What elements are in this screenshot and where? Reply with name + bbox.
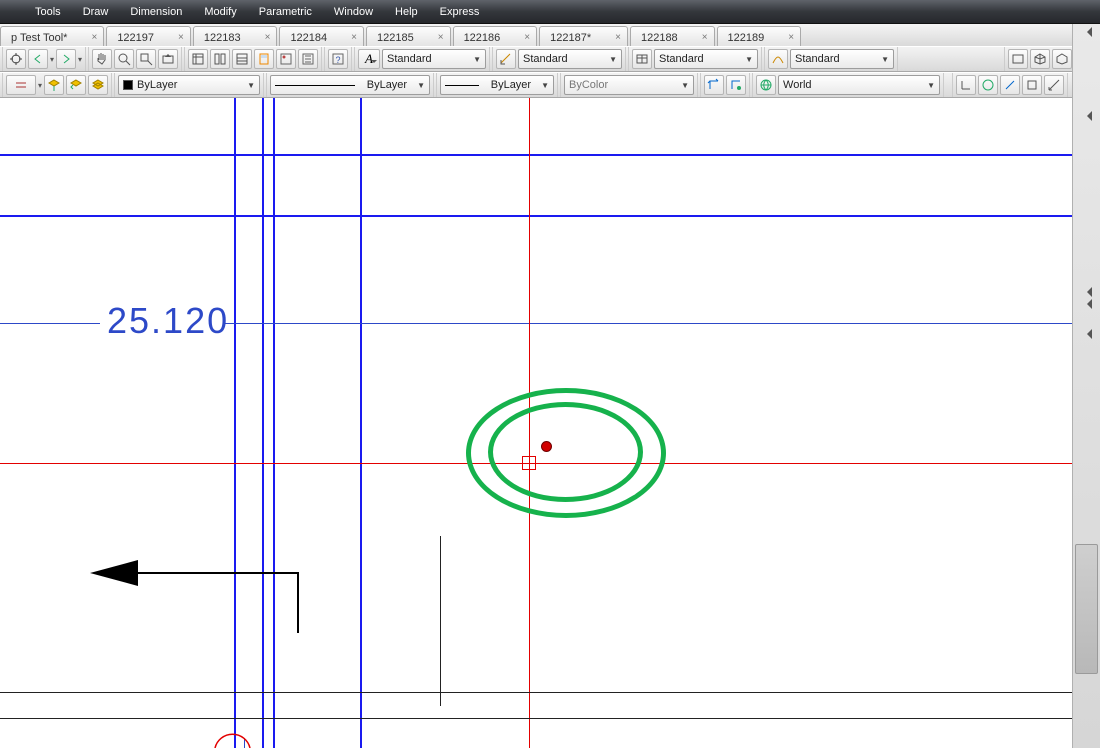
collapse-icon[interactable] (1082, 111, 1092, 121)
plot-color-dropdown[interactable]: ByColor▼ (564, 75, 694, 95)
help-icon[interactable]: ? (328, 49, 348, 69)
close-icon[interactable]: × (351, 32, 357, 43)
doc-tab[interactable]: 122183× (193, 26, 278, 46)
lineweight-dropdown[interactable]: ByLayer▼ (440, 75, 554, 95)
redo-button[interactable] (56, 49, 76, 69)
properties-icon[interactable] (188, 49, 208, 69)
zoom-previous-icon[interactable] (158, 49, 178, 69)
drawing-line (0, 692, 1072, 693)
view-icon[interactable] (1008, 49, 1028, 69)
zoom-window-icon[interactable] (136, 49, 156, 69)
close-icon[interactable]: × (615, 32, 621, 43)
mlstyle-icon[interactable] (768, 49, 788, 69)
collapse-icon[interactable] (1082, 329, 1092, 339)
ucs-world-icon[interactable] (978, 75, 998, 95)
collapse-icon[interactable] (1082, 299, 1092, 309)
world-icon[interactable] (756, 75, 776, 95)
quickcalc-icon[interactable] (298, 49, 318, 69)
ucs-view-icon[interactable] (1022, 75, 1042, 95)
close-icon[interactable]: × (91, 32, 97, 43)
drawing-line (440, 536, 441, 706)
close-icon[interactable]: × (438, 32, 444, 43)
dim-style-dropdown[interactable]: Standard▼ (518, 49, 622, 69)
close-icon[interactable]: × (178, 32, 184, 43)
drawing-line (0, 718, 1072, 719)
menu-modify[interactable]: Modify (193, 6, 247, 18)
collapse-icon[interactable] (1082, 287, 1092, 297)
ucs-prev-icon[interactable] (726, 75, 746, 95)
text-style-icon[interactable]: A (358, 49, 380, 69)
doc-tab[interactable]: p Test Tool*× (0, 26, 104, 46)
zoom-icon[interactable] (114, 49, 134, 69)
menu-express[interactable]: Express (429, 6, 491, 18)
doc-tab[interactable]: 122189× (717, 26, 802, 46)
table-style-dropdown[interactable]: Standard▼ (654, 49, 758, 69)
grid-line (262, 98, 264, 748)
calc-icon[interactable] (254, 49, 274, 69)
layer-dropdown[interactable]: ByLayer ▼ (118, 75, 260, 95)
toolbar-row-2: ▾ ByLayer ▼ ByLayer▼ ByLayer▼ ByColor▼ (0, 72, 1100, 98)
pan-icon[interactable] (92, 49, 112, 69)
menu-draw[interactable]: Draw (72, 6, 120, 18)
layer-manager-icon[interactable] (88, 75, 108, 95)
close-icon[interactable]: × (524, 32, 530, 43)
drawing-canvas[interactable]: 25.120 (0, 98, 1072, 748)
menu-bar: Tools Draw Dimension Modify Parametric W… (0, 0, 1100, 24)
dim-line (224, 323, 1072, 324)
arc (210, 728, 260, 748)
cube2-icon[interactable] (1052, 49, 1072, 69)
close-icon[interactable]: × (788, 32, 794, 43)
layer-prev-icon[interactable] (66, 75, 86, 95)
grid-line (0, 154, 1072, 156)
undo-button[interactable] (28, 49, 48, 69)
cube-icon[interactable] (1030, 49, 1050, 69)
close-icon[interactable]: × (265, 32, 271, 43)
tablestyle-icon[interactable] (632, 49, 652, 69)
svg-text:?: ? (336, 55, 341, 65)
ucs-icon[interactable] (704, 75, 724, 95)
grid-line (273, 98, 275, 748)
ucs-tool-icon[interactable] (956, 75, 976, 95)
dim-line (0, 323, 100, 324)
toolbar-row-1: ▾ ▾ ? A Standard▼ Standard▼ Standard▼ St… (0, 46, 1100, 72)
document-tab-bar: p Test Tool*× 122197× 122183× 122184× 12… (0, 24, 1100, 46)
doc-tab[interactable]: 122188× (630, 26, 715, 46)
menu-parametric[interactable]: Parametric (248, 6, 323, 18)
tool-palettes-icon[interactable] (232, 49, 252, 69)
dimension-text: 25.120 (107, 300, 229, 342)
menu-window[interactable]: Window (323, 6, 384, 18)
menu-dimension[interactable]: Dimension (119, 6, 193, 18)
scrollbar-thumb[interactable] (1075, 544, 1098, 674)
doc-tab[interactable]: 122186× (453, 26, 538, 46)
dimstyle-icon[interactable] (496, 49, 516, 69)
ucs-dropdown[interactable]: World▼ (778, 75, 940, 95)
ucs-object-icon[interactable] (1000, 75, 1020, 95)
doc-tab[interactable]: 122197× (106, 26, 191, 46)
sheetset-icon[interactable] (210, 49, 230, 69)
collapse-icon[interactable] (1082, 27, 1092, 37)
menu-tools[interactable]: Tools (24, 6, 72, 18)
close-icon[interactable]: × (702, 32, 708, 43)
doc-tab[interactable]: 122185× (366, 26, 451, 46)
doc-tab[interactable]: 122187*× (539, 26, 628, 46)
right-panel (1072, 24, 1100, 748)
menu-help[interactable]: Help (384, 6, 429, 18)
multileader-style-dropdown[interactable]: Standard▼ (790, 49, 894, 69)
layer-state-dropdown[interactable] (6, 75, 36, 95)
text-style-dropdown[interactable]: Standard▼ (382, 49, 486, 69)
ucs-origin-icon[interactable] (1044, 75, 1064, 95)
layer-filter-icon[interactable] (44, 75, 64, 95)
workspace-icon[interactable] (6, 49, 26, 69)
linetype-dropdown[interactable]: ByLayer▼ (270, 75, 430, 95)
doc-tab[interactable]: 122184× (279, 26, 364, 46)
layer-color-swatch (123, 80, 133, 90)
annotation-ellipse (488, 402, 643, 502)
markup-icon[interactable] (276, 49, 296, 69)
leader-arrow (90, 533, 310, 643)
grid-line (234, 98, 236, 748)
grid-line (360, 98, 362, 748)
grid-line (0, 215, 1072, 217)
